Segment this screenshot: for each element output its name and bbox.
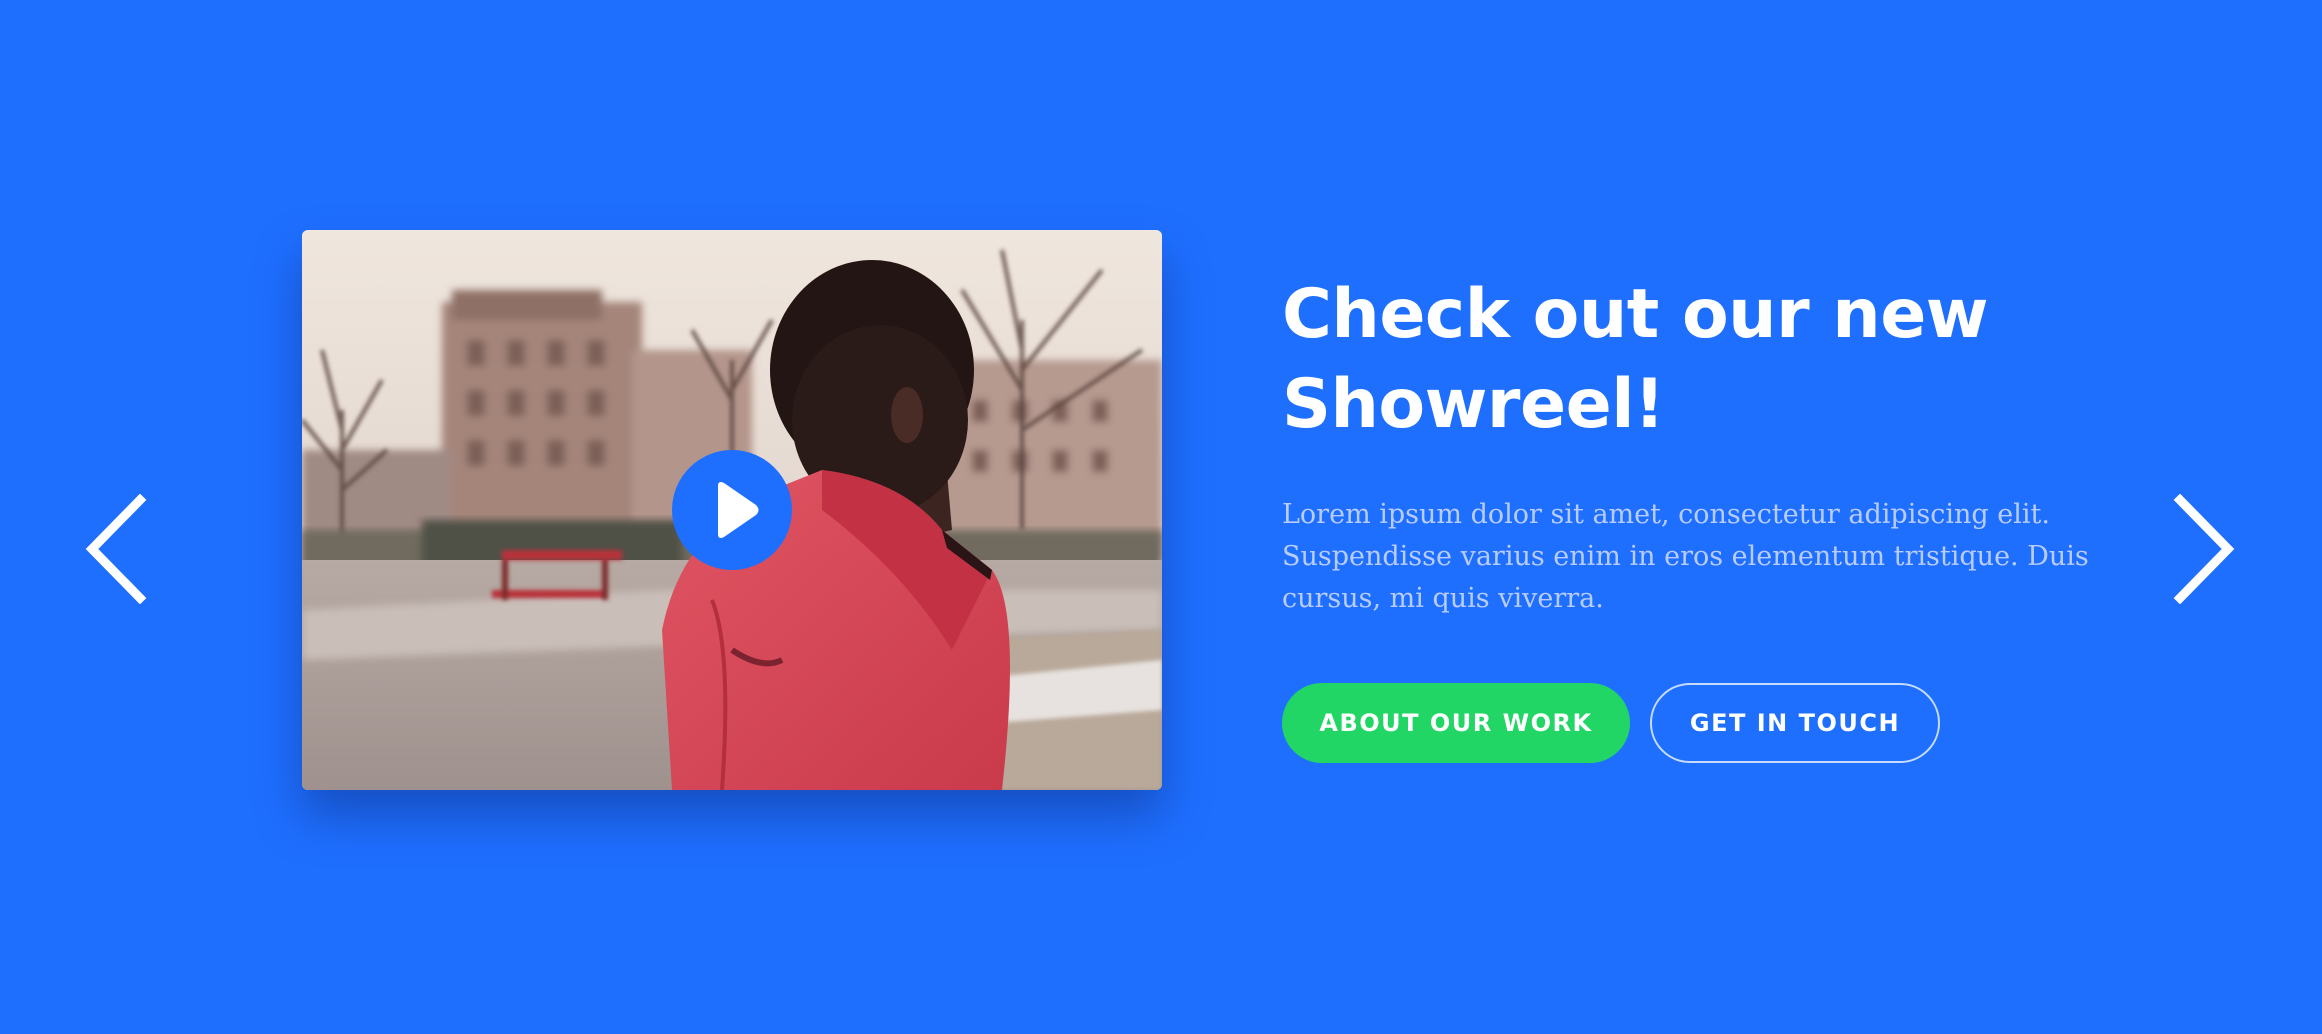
slider-prev-button[interactable] <box>82 494 152 604</box>
hero-description: Lorem ipsum dolor sit amet, consectetur … <box>1282 499 2089 614</box>
chevron-right-icon <box>2173 494 2235 604</box>
hero-content: Check out our new Showreel! Lorem ipsum … <box>1282 270 2102 620</box>
chevron-left-icon <box>85 494 147 604</box>
hero-buttons: ABOUT OUR WORK GET IN TOUCH <box>1282 683 1940 763</box>
play-button[interactable] <box>672 450 792 570</box>
about-our-work-button[interactable]: ABOUT OUR WORK <box>1282 683 1630 763</box>
slider-next-button[interactable] <box>2168 494 2238 604</box>
hero-title: Check out our new Showreel! <box>1282 275 1989 444</box>
hero-section: Check out our new Showreel! Lorem ipsum … <box>0 0 2322 1034</box>
play-icon <box>718 482 759 538</box>
get-in-touch-button[interactable]: GET IN TOUCH <box>1650 683 1940 763</box>
